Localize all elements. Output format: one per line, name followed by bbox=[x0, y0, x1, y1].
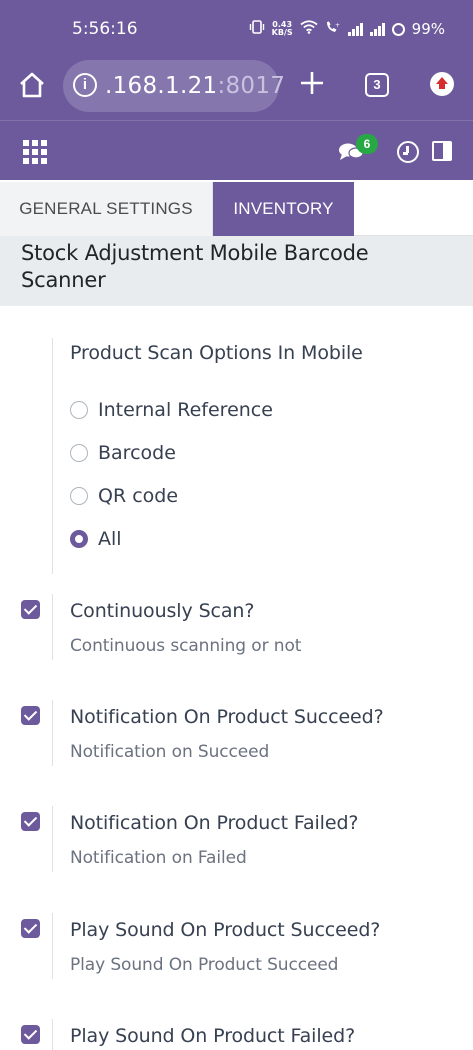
net-speed: 0.43 KB/S bbox=[272, 21, 293, 37]
call-icon: + bbox=[325, 20, 341, 38]
section-title: Stock Adjustment Mobile Barcode Scanner bbox=[21, 241, 369, 292]
app-menu-icon[interactable] bbox=[23, 140, 47, 164]
option-divider bbox=[52, 913, 53, 979]
radio-label: QR code bbox=[98, 485, 179, 507]
sound-succeed-checkbox[interactable] bbox=[21, 919, 40, 938]
battery-icon bbox=[391, 22, 405, 36]
status-icons: 0.43 KB/S + 99% bbox=[249, 20, 445, 38]
url-text[interactable]: .168.1.21:8017 bbox=[105, 73, 285, 99]
site-info-icon[interactable]: i bbox=[73, 73, 97, 97]
option-divider bbox=[52, 700, 53, 766]
setting-description: Continuous scanning or not bbox=[70, 636, 302, 656]
setting-title: Notification On Product Succeed? bbox=[70, 706, 384, 728]
settings-tabs: GENERAL SETTINGS INVENTORY bbox=[0, 180, 473, 236]
radio-internal-reference[interactable]: Internal Reference bbox=[70, 397, 273, 423]
option-divider bbox=[52, 1019, 53, 1050]
setting-description: Notification on Failed bbox=[70, 848, 247, 868]
app-navbar: 6 bbox=[0, 120, 473, 180]
radio-button[interactable] bbox=[70, 401, 88, 419]
update-icon[interactable] bbox=[430, 72, 454, 96]
url-host: .168.1.21 bbox=[105, 73, 218, 99]
net-speed-unit: KB/S bbox=[271, 28, 293, 37]
option-divider bbox=[52, 806, 53, 872]
tab-switcher-button[interactable]: 3 bbox=[365, 73, 389, 97]
section-header: Stock Adjustment Mobile Barcode Scanner bbox=[0, 236, 473, 306]
setting-title: Notification On Product Failed? bbox=[70, 812, 359, 834]
activity-clock-icon[interactable] bbox=[397, 141, 419, 163]
sound-failed-checkbox[interactable] bbox=[21, 1025, 40, 1044]
radio-label: Internal Reference bbox=[98, 399, 273, 421]
signal-icon-1 bbox=[347, 22, 363, 36]
svg-text:+: + bbox=[335, 22, 340, 29]
radio-all[interactable]: All bbox=[70, 526, 122, 552]
setting-title: Continuously Scan? bbox=[70, 600, 255, 622]
radio-barcode[interactable]: Barcode bbox=[70, 440, 176, 466]
signal-icon-2 bbox=[369, 22, 385, 36]
setting-title: Play Sound On Product Succeed? bbox=[70, 919, 381, 941]
radio-qr-code[interactable]: QR code bbox=[70, 483, 178, 509]
notify-succeed-checkbox[interactable] bbox=[21, 706, 40, 725]
setting-description: Play Sound On Product Succeed bbox=[70, 955, 339, 975]
plus-icon bbox=[301, 72, 323, 94]
radio-button-selected[interactable] bbox=[70, 530, 88, 548]
continuously-scan-checkbox[interactable] bbox=[21, 600, 40, 619]
option-divider bbox=[52, 594, 53, 660]
status-time: 5:56:16 bbox=[72, 19, 138, 39]
browser-toolbar: i .168.1.21:8017 3 bbox=[0, 58, 473, 120]
new-tab-button[interactable] bbox=[298, 66, 326, 100]
status-bar: 5:56:16 0.43 KB/S + 99% bbox=[0, 0, 473, 58]
url-port: :8017 bbox=[217, 73, 286, 99]
radio-label: All bbox=[98, 528, 122, 550]
tab-inventory[interactable]: INVENTORY bbox=[213, 182, 354, 236]
home-button[interactable] bbox=[17, 70, 47, 100]
radio-button[interactable] bbox=[70, 444, 88, 462]
option-divider bbox=[52, 338, 53, 574]
setting-title: Play Sound On Product Failed? bbox=[70, 1025, 356, 1047]
vibrate-icon bbox=[249, 20, 265, 38]
radio-label: Barcode bbox=[98, 442, 176, 464]
battery-percent: 99% bbox=[411, 20, 445, 38]
chat-badge: 6 bbox=[356, 134, 378, 154]
side-panel-icon[interactable] bbox=[432, 141, 452, 161]
radio-button[interactable] bbox=[70, 487, 88, 505]
scan-options-title: Product Scan Options In Mobile bbox=[70, 342, 363, 364]
home-icon bbox=[20, 72, 44, 98]
notify-failed-checkbox[interactable] bbox=[21, 812, 40, 831]
address-bar[interactable]: i .168.1.21:8017 bbox=[63, 60, 285, 112]
wifi-icon bbox=[300, 20, 318, 38]
tab-general-settings[interactable]: GENERAL SETTINGS bbox=[0, 182, 213, 236]
setting-description: Notification on Succeed bbox=[70, 742, 270, 762]
